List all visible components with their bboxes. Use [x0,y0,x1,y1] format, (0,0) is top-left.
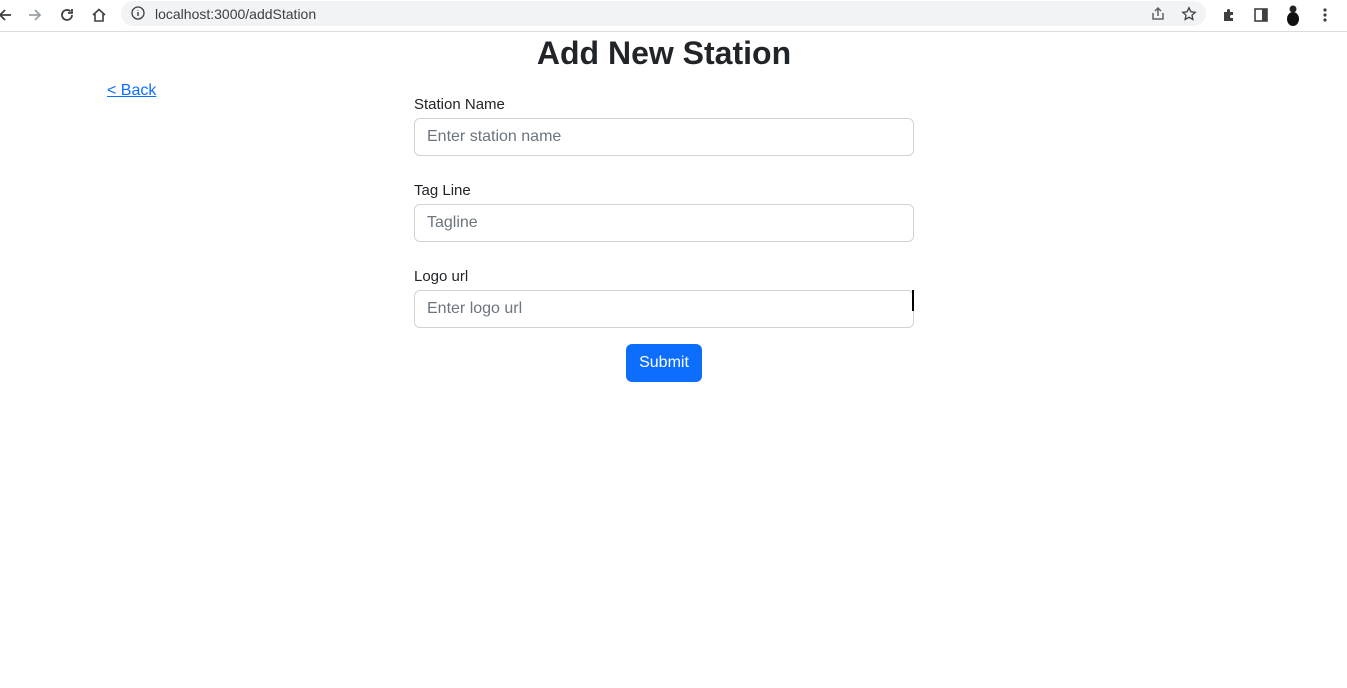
browser-toolbar: localhost:3000/addStation [0,0,1347,32]
tag-line-label: Tag Line [414,182,471,199]
reload-icon[interactable] [56,4,78,26]
station-name-field: Station Name [414,96,914,156]
share-icon[interactable] [1147,3,1169,25]
star-icon[interactable] [1178,3,1200,25]
extensions-icon[interactable] [1218,4,1240,26]
station-name-input[interactable] [414,118,914,156]
forward-arrow-icon[interactable] [24,4,46,26]
submit-button[interactable]: Submit [626,344,702,382]
info-icon[interactable] [131,6,145,25]
address-bar[interactable]: localhost:3000/addStation [121,1,1206,26]
kebab-menu-icon[interactable] [1314,4,1336,26]
logo-url-label: Logo url [414,268,469,285]
avatar[interactable] [1284,4,1302,26]
page-title: Add New Station [536,35,792,71]
side-panel-icon[interactable] [1250,4,1272,26]
logo-url-input[interactable] [414,290,914,328]
back-arrow-icon[interactable] [0,4,16,26]
tag-line-input[interactable] [414,204,914,242]
station-name-label: Station Name [414,96,505,113]
home-icon[interactable] [88,4,110,26]
url-text[interactable]: localhost:3000/addStation [155,6,316,22]
back-link[interactable]: < Back [107,82,156,100]
text-cursor [912,290,914,311]
logo-url-field: Logo url [414,268,914,328]
tag-line-field: Tag Line [414,182,914,242]
